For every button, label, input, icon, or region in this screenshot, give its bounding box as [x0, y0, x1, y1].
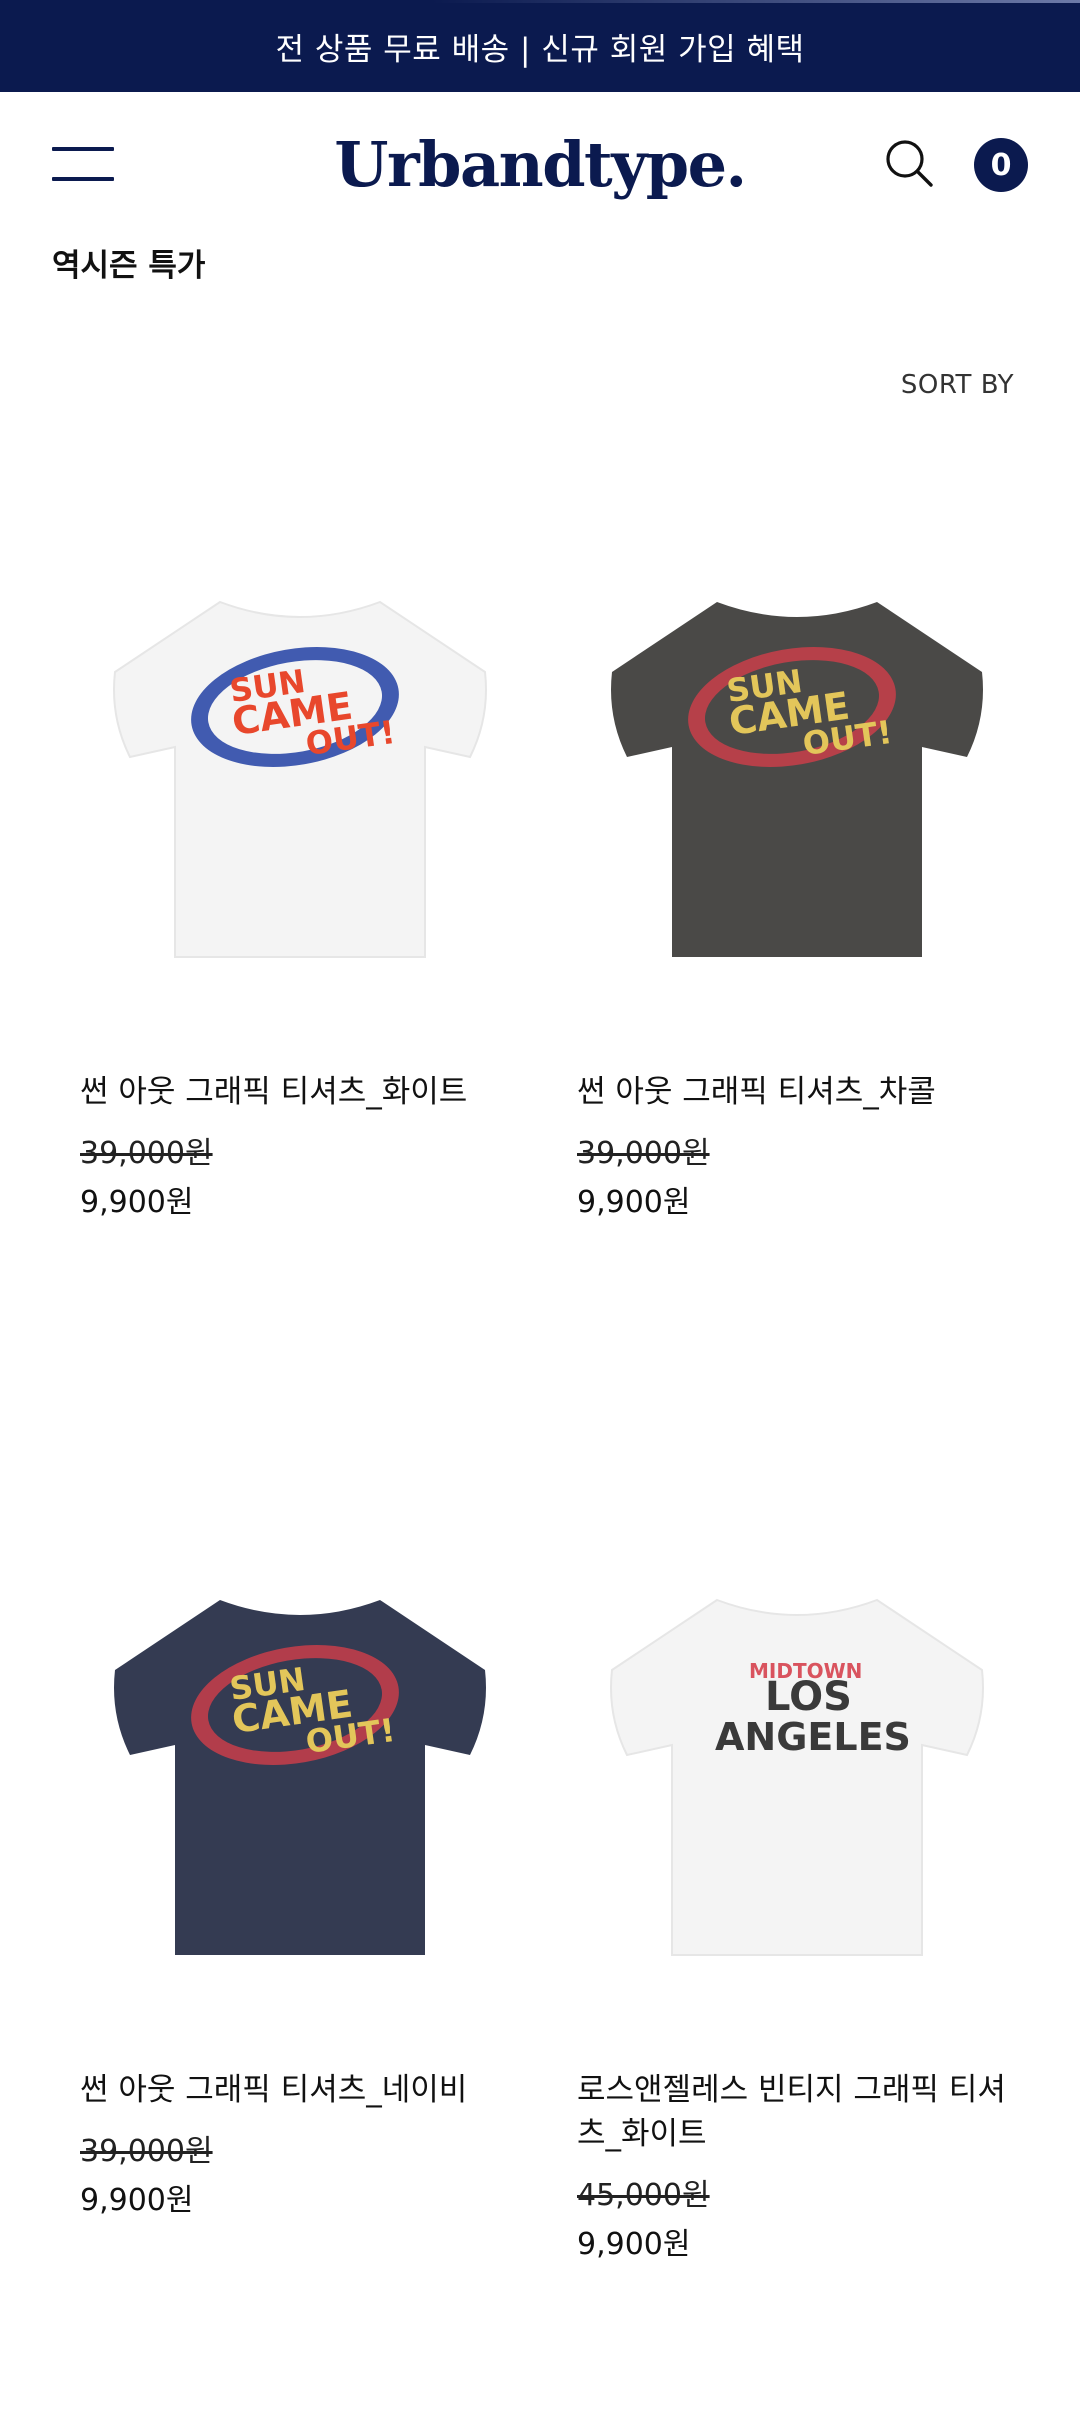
- product-original-price: 39,000원: [577, 1136, 710, 1171]
- page-title: 역시즌 특가: [52, 248, 206, 284]
- cart-count-badge[interactable]: 0: [974, 138, 1028, 192]
- tshirt-shape: [610, 1598, 984, 1956]
- promo-text: 전 상품 무료 배송 | 신규 회원 가입 혜택: [275, 31, 805, 68]
- product-sale-price: 9,900원: [577, 1185, 691, 1220]
- print-line-2: LOS: [765, 1674, 852, 1720]
- promo-banner[interactable]: 전 상품 무료 배송 | 신규 회원 가입 혜택: [0, 0, 1080, 92]
- hamburger-menu-icon[interactable]: [52, 147, 114, 181]
- search-icon[interactable]: [884, 138, 936, 190]
- product-name[interactable]: 썬 아웃 그래픽 티셔츠_차콜: [577, 1070, 1017, 1114]
- product-name[interactable]: 로스앤젤레스 빈티지 그래픽 티셔츠_화이트: [577, 2068, 1017, 2156]
- product-original-price: 39,000원: [80, 1136, 213, 1171]
- product-image[interactable]: SUN CAME OUT!: [577, 532, 1017, 1012]
- cart-count: 0: [990, 147, 1012, 183]
- product-image[interactable]: SUN CAME OUT!: [80, 1530, 520, 2010]
- product-sale-price: 9,900원: [80, 1185, 194, 1220]
- product-image[interactable]: SUN CAME OUT!: [80, 532, 520, 1012]
- product-name[interactable]: 썬 아웃 그래픽 티셔츠_화이트: [80, 1070, 520, 1114]
- product-original-price: 39,000원: [80, 2134, 213, 2169]
- brand-logo[interactable]: Urbandtype.: [334, 128, 747, 201]
- product-sale-price: 9,900원: [577, 2227, 691, 2262]
- product-original-price: 45,000원: [577, 2178, 710, 2213]
- product-sale-price: 9,900원: [80, 2183, 194, 2218]
- product-name[interactable]: 썬 아웃 그래픽 티셔츠_네이비: [80, 2068, 520, 2112]
- print-line-3: ANGELES: [715, 1715, 911, 1759]
- product-image[interactable]: MIDTOWN LOS ANGELES: [577, 1530, 1017, 2010]
- site-header: Urbandtype. 0: [0, 92, 1080, 232]
- sort-by-button[interactable]: SORT BY: [901, 370, 1014, 400]
